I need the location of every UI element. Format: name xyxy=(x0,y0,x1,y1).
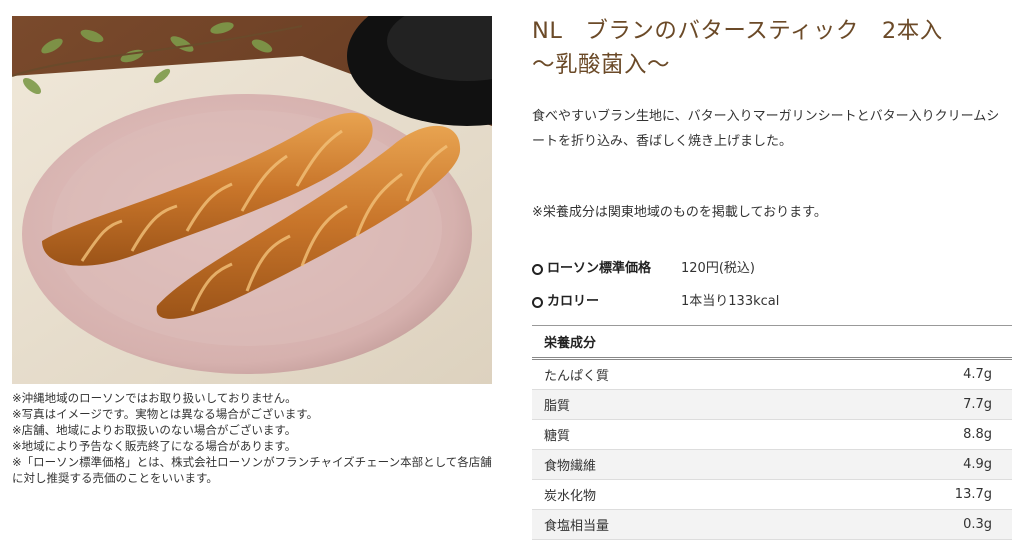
nutrient-name: 食塩相当量 xyxy=(532,509,803,540)
nutrient-value: 4.7g xyxy=(802,358,1012,390)
product-description: 食べやすいブラン生地に、バター入りマーガリンシートとバター入りクリームシートを折… xyxy=(532,109,1000,149)
table-row: たんぱく質 4.7g xyxy=(532,358,1012,390)
note-item: ※地域により予告なく販売終了になる場合があります。 xyxy=(12,439,297,453)
nutrient-value: 8.8g xyxy=(802,419,1012,450)
note-item: ※「ローソン標準価格」とは、株式会社ローソンがフランチャイズチェーン本部として各… xyxy=(12,455,492,485)
nutrient-value: 13.7g xyxy=(802,479,1012,510)
price-value: 120円(税込) xyxy=(681,261,755,276)
nutrition-header-row: 栄養成分 xyxy=(532,325,1012,360)
calorie-label: カロリー xyxy=(547,294,600,309)
product-notes: ※沖縄地域のローソンではお取り扱いしておりません。 ※写真はイメージです。実物と… xyxy=(12,390,494,486)
product-photo-illustration xyxy=(12,16,492,384)
nutrient-name: 食物繊維 xyxy=(532,449,803,480)
table-row: 食物繊維 4.9g xyxy=(532,449,1012,480)
nutrient-name: 糖質 xyxy=(532,419,803,450)
nutrient-value: 0.3g xyxy=(802,509,1012,540)
nutrient-name: 炭水化物 xyxy=(532,479,803,510)
circle-bullet-icon xyxy=(532,296,543,308)
nutrient-value: 7.7g xyxy=(802,389,1012,420)
nutrition-header: 栄養成分 xyxy=(532,325,1012,360)
table-row: 炭水化物 13.7g xyxy=(532,479,1012,510)
calorie-value: 1本当り133kcal xyxy=(681,294,780,309)
nutrition-table: 栄養成分 たんぱく質 4.7g 脂質 7.7g 糖質 8.8g 食物繊維 4.9… xyxy=(532,325,1012,540)
nutrient-name: たんぱく質 xyxy=(532,358,803,390)
product-image xyxy=(12,16,492,384)
product-title: NL ブランのバタースティック 2本入 ～乳酸菌入～ xyxy=(532,18,966,78)
nutrient-name: 脂質 xyxy=(532,389,803,420)
note-item: ※写真はイメージです。実物とは異なる場合がございます。 xyxy=(12,407,319,421)
note-item: ※沖縄地域のローソンではお取り扱いしておりません。 xyxy=(12,391,297,405)
price-row: ローソン標準価格 120円(税込) xyxy=(532,259,1010,279)
circle-bullet-icon xyxy=(532,263,543,275)
table-row: 糖質 8.8g xyxy=(532,419,1012,450)
table-row: 脂質 7.7g xyxy=(532,389,1012,420)
note-item: ※店舗、地域によりお取扱いのない場合がございます。 xyxy=(12,423,297,437)
nutrient-value: 4.9g xyxy=(802,449,1012,480)
table-row: 食塩相当量 0.3g xyxy=(532,509,1012,540)
price-label: ローソン標準価格 xyxy=(547,261,652,276)
region-note: ※栄養成分は関東地域のものを掲載しております。 xyxy=(532,205,827,220)
calorie-row: カロリー 1本当り133kcal xyxy=(532,292,1010,312)
